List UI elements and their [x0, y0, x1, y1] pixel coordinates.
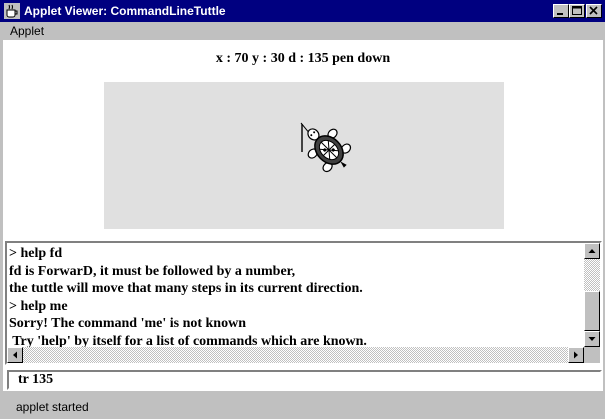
arrow-right-icon	[574, 351, 578, 359]
coffee-cup-icon[interactable]	[4, 3, 20, 19]
vertical-scrollbar[interactable]	[584, 243, 600, 347]
output-text: > help fd fd is ForwarD, it must be foll…	[9, 245, 581, 349]
scroll-right-button[interactable]	[568, 347, 584, 363]
close-button[interactable]	[586, 4, 602, 18]
output-line: > help me	[9, 298, 68, 314]
output-line: the tuttle will move that many steps in …	[9, 281, 363, 296]
minimize-button[interactable]	[553, 4, 569, 18]
output-line: fd is ForwarD, it must be followed by a …	[9, 263, 296, 279]
applet-panel: x : 70 y : 30 d : 135 pen down > help fd…	[3, 40, 603, 391]
output-line: Sorry! The command 'me' is not known	[9, 316, 246, 331]
close-icon	[589, 6, 598, 15]
arrow-down-icon	[588, 337, 596, 341]
menu-bar: Applet	[0, 22, 605, 40]
applet-viewer-window: Applet Viewer: CommandLineTuttle Applet …	[0, 0, 605, 419]
scroll-down-button[interactable]	[584, 331, 600, 347]
status-bar: applet started	[0, 393, 605, 419]
status-message: applet started	[16, 400, 89, 414]
arrow-left-icon	[13, 351, 17, 359]
turtle-icon	[300, 122, 352, 173]
turtle-canvas[interactable]	[104, 82, 504, 229]
menu-item-applet[interactable]: Applet	[10, 24, 44, 38]
turtle-status-readout: x : 70 y : 30 d : 135 pen down	[215, 51, 391, 66]
minimize-icon	[557, 13, 563, 15]
scrollbar-corner	[584, 347, 600, 363]
window-title: Applet Viewer: CommandLineTuttle	[24, 4, 226, 18]
scroll-left-button[interactable]	[7, 347, 23, 363]
arrow-up-icon	[588, 249, 596, 253]
maximize-icon	[572, 6, 582, 15]
title-bar[interactable]: Applet Viewer: CommandLineTuttle	[0, 0, 605, 22]
maximize-button[interactable]	[569, 4, 585, 18]
command-output-area[interactable]: > help fd fd is ForwarD, it must be foll…	[5, 241, 602, 365]
output-line: > help fd	[9, 246, 63, 261]
horizontal-scrollbar[interactable]	[7, 347, 584, 363]
command-input[interactable]	[7, 370, 602, 390]
scroll-up-button[interactable]	[584, 243, 600, 259]
vertical-scroll-thumb[interactable]	[584, 291, 600, 331]
